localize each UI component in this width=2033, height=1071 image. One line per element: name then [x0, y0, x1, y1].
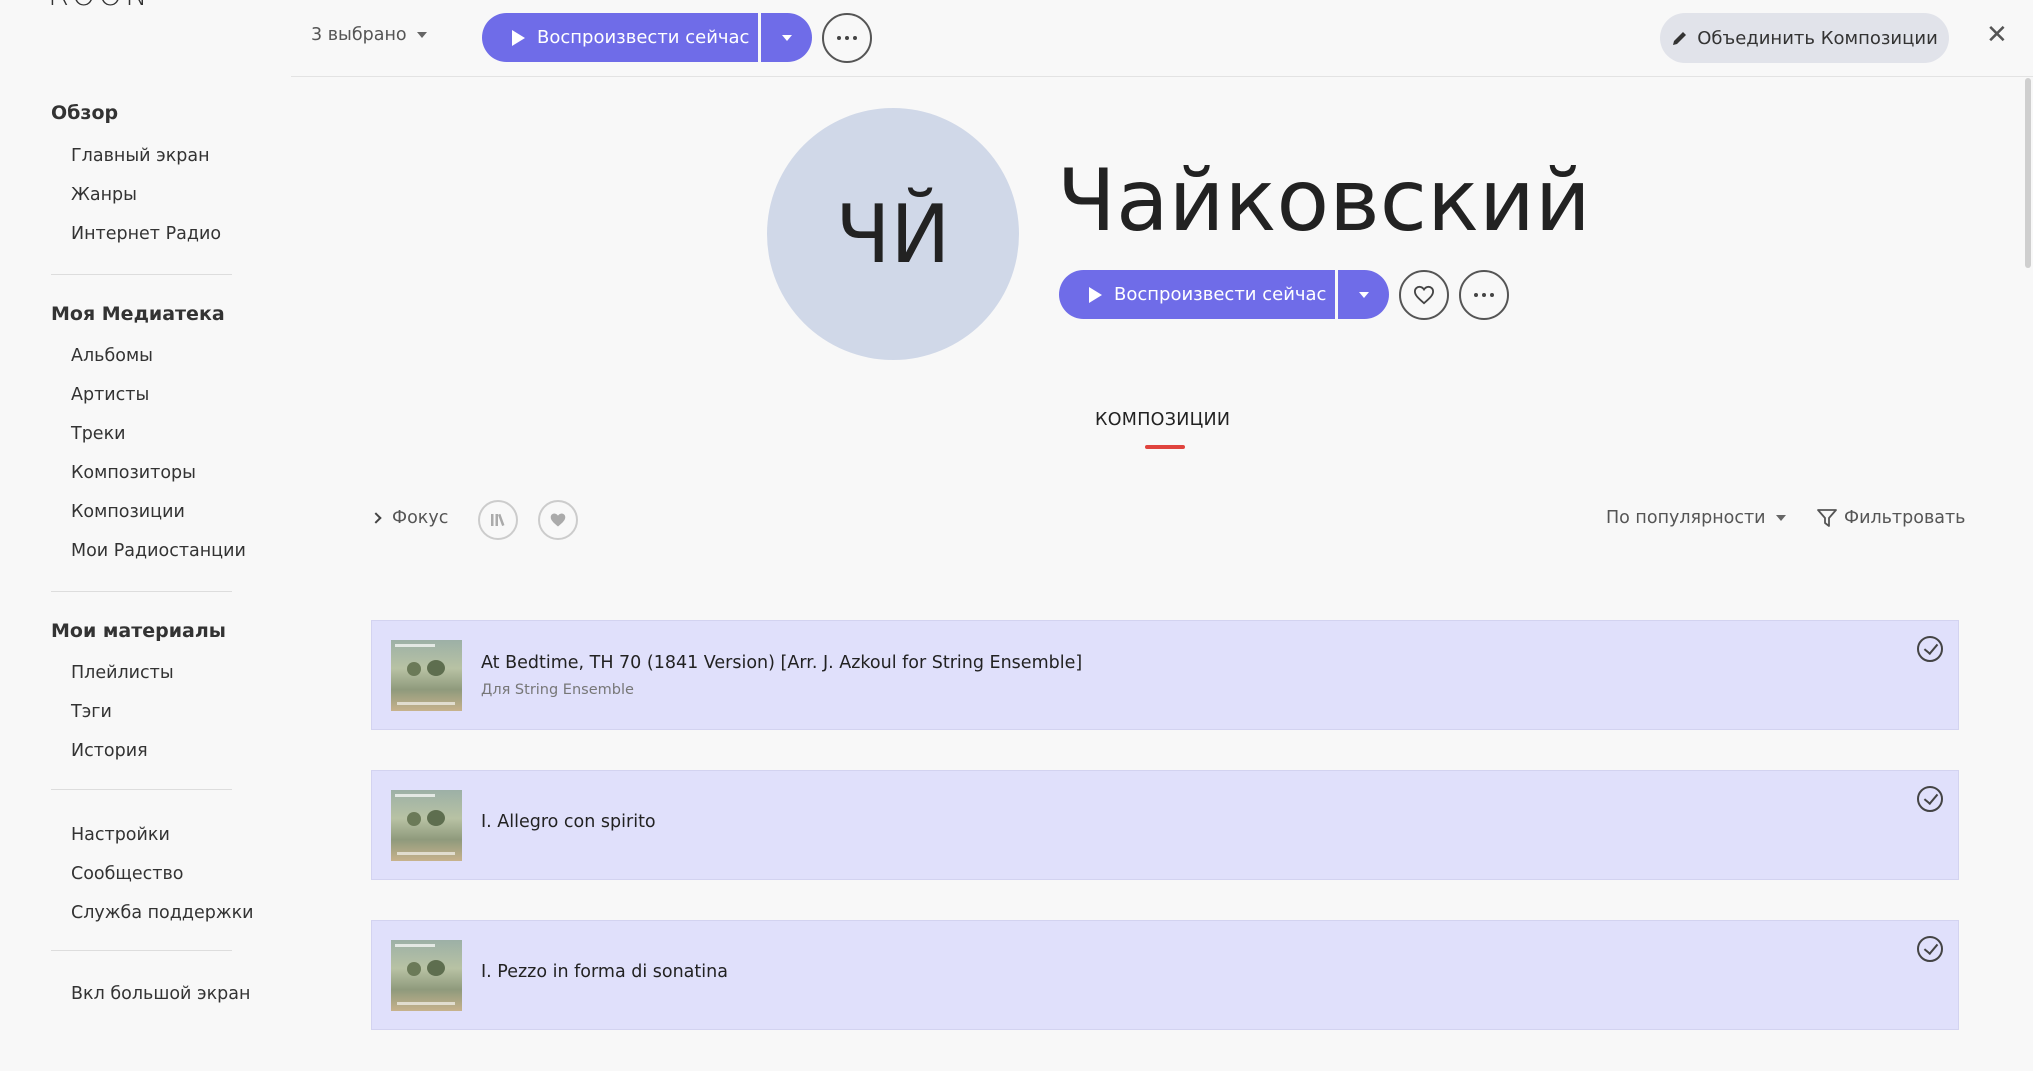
sidebar-settings-section: Настройки Сообщество Служба поддержки	[51, 816, 254, 933]
sidebar-divider	[51, 789, 232, 790]
more-icon	[1474, 293, 1494, 297]
heart-icon	[550, 513, 566, 527]
sidebar-item-internet-radio[interactable]: Интернет Радио	[51, 215, 251, 254]
selected-count-label: 3 выбрано	[311, 25, 407, 45]
sidebar-item-composers[interactable]: Композиторы	[51, 454, 251, 493]
play-options-dropdown[interactable]	[761, 13, 812, 62]
scrollbar[interactable]	[2025, 78, 2031, 268]
sidebar-item-playlists[interactable]: Плейлисты	[51, 654, 251, 693]
checkmark-icon[interactable]	[1917, 936, 1943, 962]
avatar-initials: ЧЙ	[835, 187, 951, 281]
composition-row[interactable]: I. Allegro con spirito	[371, 770, 1959, 880]
sidebar-heading-library[interactable]: Моя Медиатека	[51, 303, 251, 331]
filter-label: Фильтровать	[1844, 508, 1966, 528]
sidebar-materials-section: Мои материалы Плейлисты Тэги История	[51, 620, 251, 771]
sidebar-item-community[interactable]: Сообщество	[51, 855, 251, 894]
sidebar: ROON Обзор Главный экран Жанры Интернет …	[0, 0, 291, 1071]
library-icon	[491, 513, 505, 526]
sidebar-divider	[51, 591, 232, 592]
heart-icon	[1413, 285, 1435, 305]
sort-label: По популярности	[1606, 508, 1766, 528]
hero-play-now-button[interactable]: Воспроизвести сейчас	[1059, 270, 1335, 319]
sidebar-divider	[51, 274, 232, 275]
sidebar-divider	[51, 950, 232, 951]
chevron-down-icon	[1775, 515, 1786, 521]
filter-button[interactable]: Фильтровать	[1816, 508, 1966, 528]
focus-toggle[interactable]: Фокус	[370, 508, 449, 528]
play-icon	[512, 29, 525, 46]
chevron-down-icon	[416, 32, 427, 38]
sidebar-item-compositions[interactable]: Композиции	[51, 493, 251, 532]
sidebar-item-genres[interactable]: Жанры	[51, 176, 251, 215]
tab-compositions[interactable]: КОМПОЗИЦИИ	[1095, 410, 1230, 430]
app-logo[interactable]: ROON	[48, 0, 151, 13]
play-icon	[1089, 286, 1102, 303]
composition-title: I. Allegro con spirito	[481, 812, 656, 832]
album-cover	[391, 640, 462, 711]
sidebar-bigscreen-section: Вкл большой экран	[51, 975, 251, 1014]
favorite-button[interactable]	[1399, 270, 1449, 320]
composition-row[interactable]: At Bedtime, TH 70 (1841 Version) [Arr. J…	[371, 620, 1959, 730]
composition-subtitle: Для String Ensemble	[481, 682, 634, 698]
filter-icon	[1817, 509, 1837, 527]
sidebar-item-history[interactable]: История	[51, 732, 251, 771]
more-icon	[837, 36, 857, 40]
favorites-filter-button[interactable]	[538, 500, 578, 540]
sidebar-overview-section: Обзор Главный экран Жанры Интернет Радио	[51, 102, 251, 254]
album-cover	[391, 790, 462, 861]
composer-avatar: ЧЙ	[767, 108, 1019, 360]
library-filter-button[interactable]	[478, 500, 518, 540]
sidebar-item-albums[interactable]: Альбомы	[51, 337, 251, 376]
sidebar-item-my-radio[interactable]: Мои Радиостанции	[51, 532, 251, 571]
album-cover	[391, 940, 462, 1011]
bigscreen-toggle[interactable]: Вкл большой экран	[51, 975, 251, 1014]
chevron-right-icon	[370, 512, 382, 524]
hero-more-options-button[interactable]	[1459, 270, 1509, 320]
sidebar-library-section: Моя Медиатека Альбомы Артисты Треки Комп…	[51, 303, 251, 571]
active-tab-indicator	[1145, 445, 1185, 449]
play-now-button[interactable]: Воспроизвести сейчас	[482, 13, 758, 62]
sidebar-heading-materials[interactable]: Мои материалы	[51, 620, 251, 648]
checkmark-icon[interactable]	[1917, 636, 1943, 662]
merge-compositions-label: Объединить Композиции	[1697, 27, 1938, 49]
more-options-button[interactable]	[822, 13, 872, 63]
merge-compositions-button[interactable]: Объединить Композиции	[1660, 13, 1949, 63]
sidebar-item-tags[interactable]: Тэги	[51, 693, 251, 732]
sidebar-item-support[interactable]: Служба поддержки	[51, 894, 254, 933]
sidebar-item-settings[interactable]: Настройки	[51, 816, 251, 855]
chevron-down-icon	[781, 34, 792, 41]
composition-title: I. Pezzo in forma di sonatina	[481, 962, 728, 982]
page-title: Чайковский	[1057, 151, 1591, 251]
checkmark-icon[interactable]	[1917, 786, 1943, 812]
chevron-down-icon	[1358, 291, 1369, 298]
pencil-icon	[1673, 32, 1687, 45]
play-now-label: Воспроизвести сейчас	[537, 27, 750, 48]
sort-dropdown[interactable]: По популярности	[1606, 508, 1786, 528]
focus-label: Фокус	[392, 508, 449, 528]
composition-title: At Bedtime, TH 70 (1841 Version) [Arr. J…	[481, 653, 1083, 673]
close-icon[interactable]: ✕	[1986, 22, 2008, 48]
hero-play-now-label: Воспроизвести сейчас	[1114, 284, 1327, 305]
sidebar-item-tracks[interactable]: Треки	[51, 415, 251, 454]
sidebar-item-home[interactable]: Главный экран	[51, 137, 251, 176]
sidebar-heading-overview[interactable]: Обзор	[51, 102, 251, 130]
sidebar-item-artists[interactable]: Артисты	[51, 376, 251, 415]
selected-count-dropdown[interactable]: 3 выбрано	[311, 25, 427, 45]
hero-play-options-dropdown[interactable]	[1338, 270, 1389, 319]
composition-row[interactable]: I. Pezzo in forma di sonatina	[371, 920, 1959, 1030]
